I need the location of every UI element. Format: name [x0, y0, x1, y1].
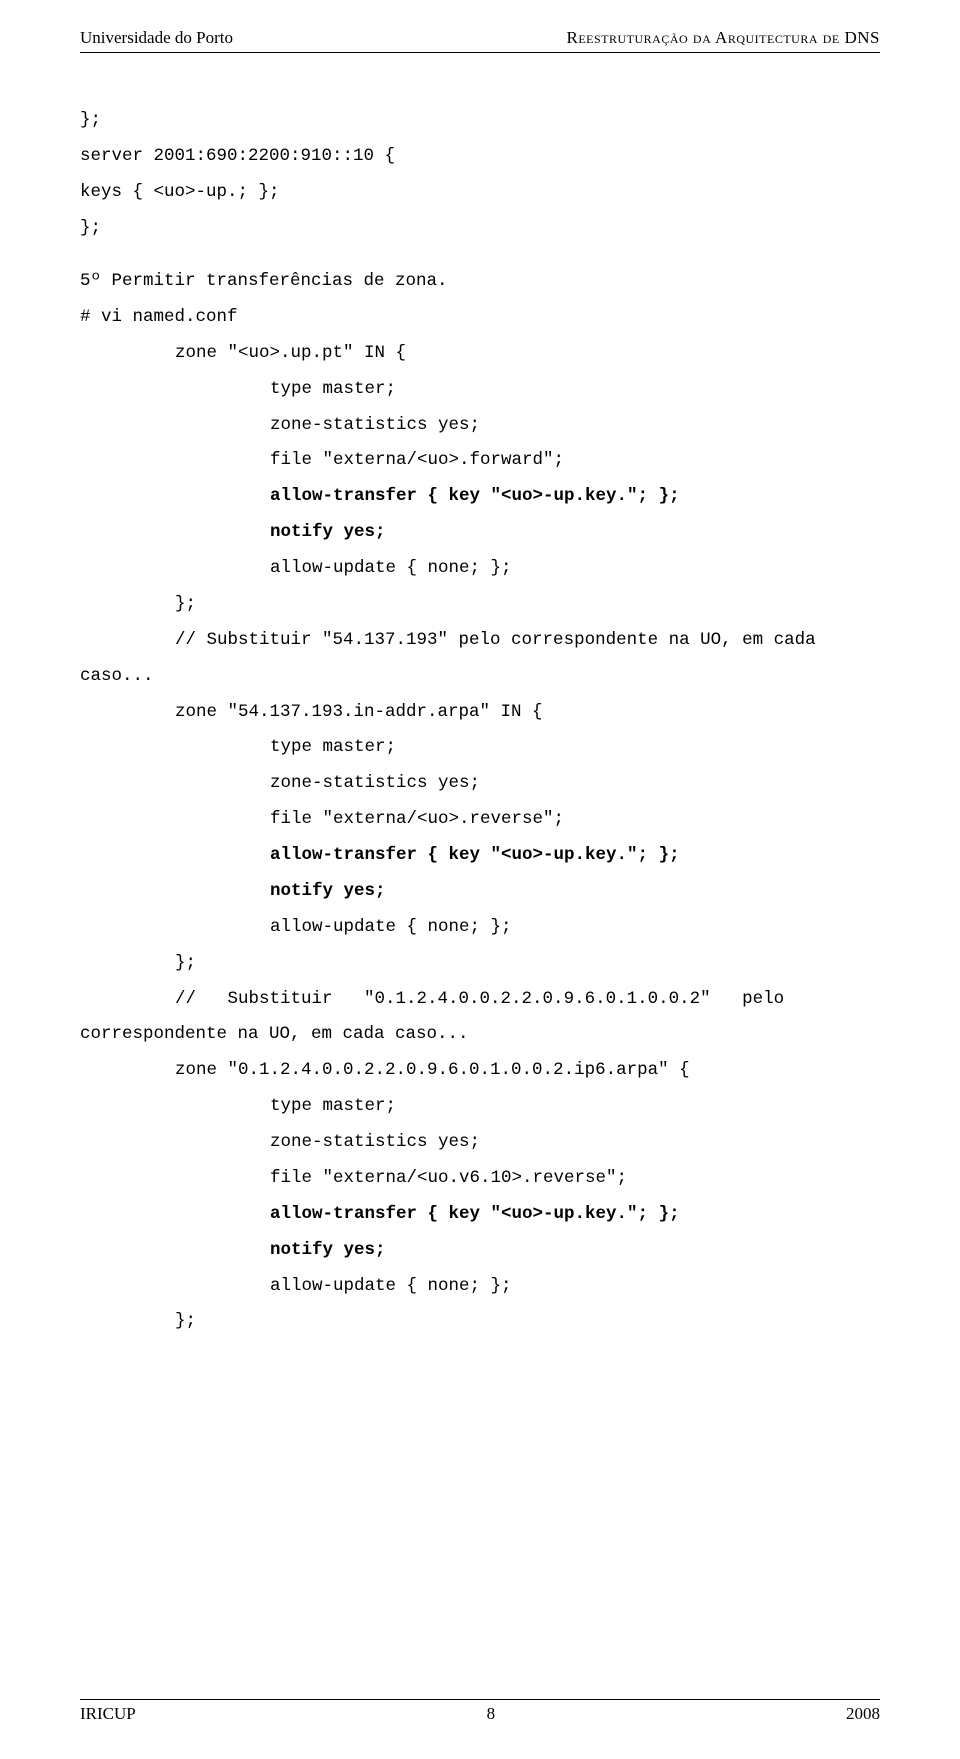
code-line: zone "0.1.2.4.0.0.2.2.0.9.6.0.1.0.0.2.ip…	[80, 1053, 880, 1089]
footer-left: IRICUP	[80, 1704, 136, 1724]
code-line: };	[80, 1304, 880, 1340]
code-line: // Substituir "54.137.193" pelo correspo…	[80, 623, 880, 659]
code-line: 5º Permitir transferências de zona.	[80, 264, 880, 300]
footer-page-number: 8	[487, 1704, 496, 1724]
code-line: allow-update { none; };	[80, 910, 880, 946]
code-line: allow-update { none; };	[80, 1269, 880, 1305]
code-line: zone "54.137.193.in-addr.arpa" IN {	[80, 695, 880, 731]
code-line: allow-transfer { key "<uo>-up.key."; };	[80, 1197, 880, 1233]
code-line: zone "<uo>.up.pt" IN {	[80, 336, 880, 372]
code-line: file "externa/<uo>.reverse";	[80, 802, 880, 838]
code-line: };	[80, 211, 880, 247]
code-line: notify yes;	[80, 515, 880, 551]
code-line: correspondente na UO, em cada caso...	[80, 1017, 880, 1053]
code-line: zone-statistics yes;	[80, 766, 880, 802]
code-line: type master;	[80, 730, 880, 766]
code-line: type master;	[80, 1089, 880, 1125]
header-right-text: Reestruturação da Arquitectura de DNS	[566, 28, 880, 48]
code-line: file "externa/<uo.v6.10>.reverse";	[80, 1161, 880, 1197]
code-line: };	[80, 946, 880, 982]
code-line: // Substituir "0.1.2.4.0.0.2.2.0.9.6.0.1…	[80, 982, 880, 1018]
code-line: keys { <uo>-up.; };	[80, 175, 880, 211]
footer-divider	[80, 1699, 880, 1700]
code-line: allow-update { none; };	[80, 551, 880, 587]
code-line: notify yes;	[80, 1233, 880, 1269]
code-line: file "externa/<uo>.forward";	[80, 443, 880, 479]
document-content: }; server 2001:690:2200:910::10 { keys {…	[0, 53, 960, 1340]
code-line: # vi named.conf	[80, 300, 880, 336]
code-line: };	[80, 587, 880, 623]
code-line: zone-statistics yes;	[80, 1125, 880, 1161]
footer-year: 2008	[846, 1704, 880, 1724]
code-line: server 2001:690:2200:910::10 {	[80, 139, 880, 175]
code-line: notify yes;	[80, 874, 880, 910]
page-header: Universidade do Porto Reestruturação da …	[0, 0, 960, 48]
code-line: allow-transfer { key "<uo>-up.key."; };	[80, 479, 880, 515]
page-footer: IRICUP 8 2008	[80, 1699, 880, 1724]
code-line: allow-transfer { key "<uo>-up.key."; };	[80, 838, 880, 874]
code-line: zone-statistics yes;	[80, 408, 880, 444]
code-line	[80, 247, 880, 265]
code-line: };	[80, 103, 880, 139]
code-line: caso...	[80, 659, 880, 695]
code-line: type master;	[80, 372, 880, 408]
footer-text-row: IRICUP 8 2008	[80, 1704, 880, 1724]
header-left-text: Universidade do Porto	[80, 28, 233, 48]
